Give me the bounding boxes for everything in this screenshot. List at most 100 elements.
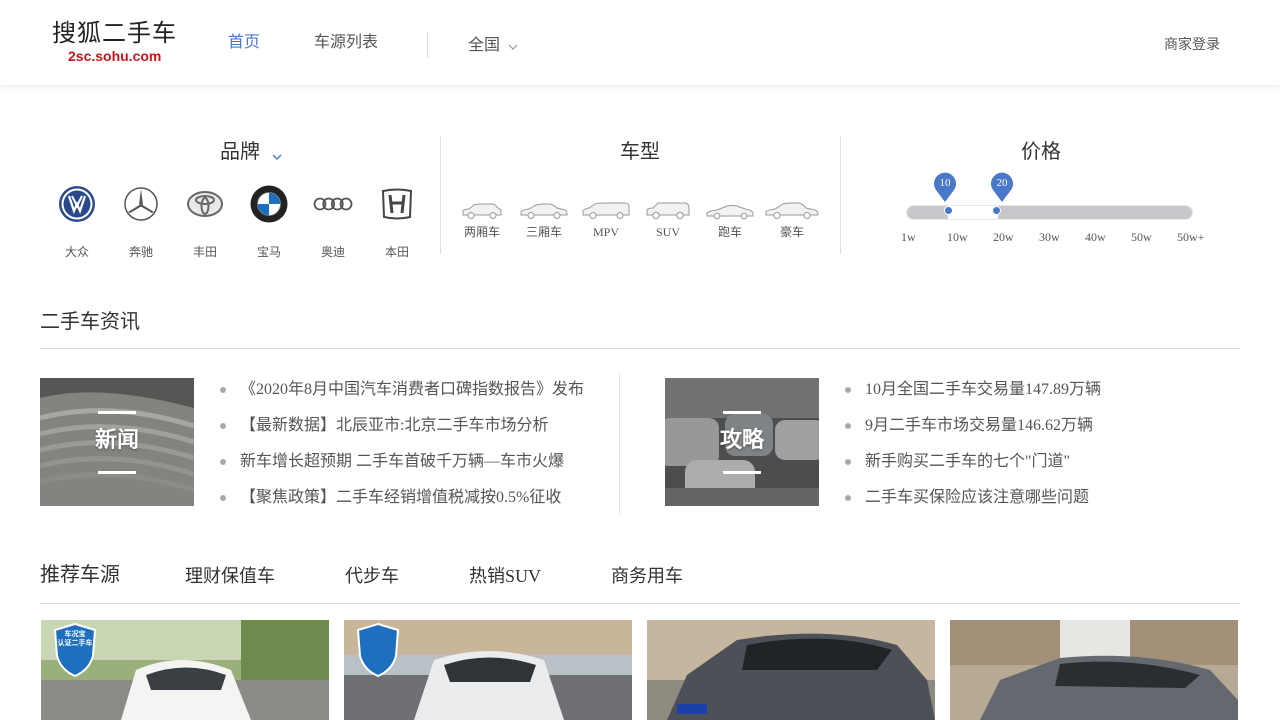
- label-bar: [723, 471, 761, 474]
- car-card[interactable]: 车况宝 认证二手车: [41, 620, 329, 720]
- brand-label: 本田: [384, 245, 409, 259]
- cartype-label: 三厢车: [525, 225, 562, 239]
- price-tick: 40w: [1085, 230, 1106, 244]
- filter-divider: [440, 136, 441, 254]
- tab-business[interactable]: 商务用车: [611, 564, 683, 588]
- tab-hot-suv[interactable]: 热销SUV: [469, 564, 541, 588]
- car-card[interactable]: [344, 620, 632, 720]
- brand-audi[interactable]: 奥迪: [311, 184, 355, 260]
- cartype-label: 豪车: [779, 225, 804, 239]
- cartype-label: 两厢车: [463, 225, 500, 239]
- label-bar: [723, 411, 761, 414]
- price-high-value: 20: [996, 177, 1008, 189]
- nav-car-list[interactable]: 车源列表: [314, 31, 378, 53]
- cartype-label: MPV: [592, 225, 619, 239]
- car-card[interactable]: [647, 620, 935, 720]
- cartype-sports[interactable]: 跑车: [700, 202, 760, 240]
- mercedes-logo-icon: [124, 187, 158, 221]
- city-label: 全国: [468, 35, 501, 54]
- brand-bmw[interactable]: 宝马: [247, 184, 291, 260]
- cartype-sedan[interactable]: 三厢车: [514, 202, 574, 240]
- price-slider-range: [948, 206, 998, 219]
- price-tick: 1w: [901, 230, 916, 244]
- news-divider: [619, 372, 620, 514]
- top-header: 搜狐二手车 2sc.sohu.com 首页 车源列表 全国 商家登录: [0, 0, 1280, 85]
- price-low-value: 10: [939, 177, 951, 189]
- brand-honda[interactable]: 本田: [375, 184, 419, 260]
- price-filter-title: 价格: [1021, 139, 1061, 163]
- tab-commuter[interactable]: 代步车: [345, 564, 399, 588]
- price-tick: 10w: [947, 230, 968, 244]
- site-logo[interactable]: 搜狐二手车 2sc.sohu.com: [52, 18, 182, 64]
- news-item[interactable]: 【最新数据】北辰亚市:北京二手车市场分析: [220, 414, 584, 450]
- volkswagen-logo-icon: [59, 186, 95, 222]
- cartype-luxury[interactable]: 豪车: [762, 202, 822, 240]
- car-photo: [950, 620, 1238, 720]
- price-slider-handle-high[interactable]: [992, 206, 1001, 215]
- price-tick: 50w+: [1177, 230, 1205, 244]
- cartype-label: SUV: [655, 225, 680, 239]
- audi-logo-icon: [313, 197, 353, 211]
- guide-item[interactable]: 10月全国二手车交易量147.89万辆: [845, 378, 1101, 414]
- bmw-logo-icon: [250, 185, 288, 223]
- cartype-label: 跑车: [717, 225, 742, 239]
- section-divider: [40, 348, 1240, 349]
- news-list-right: 10月全国二手车交易量147.89万辆 9月二手车市场交易量146.62万辆 新…: [845, 378, 1101, 522]
- label-bar: [98, 471, 136, 474]
- brand-label: 奥迪: [320, 245, 345, 259]
- news-item[interactable]: 【聚焦政策】二手车经销增值税减按0.5%征收: [220, 486, 584, 522]
- merchant-login-link[interactable]: 商家登录: [1164, 35, 1220, 55]
- logo-domain: 2sc.sohu.com: [68, 48, 162, 64]
- car-photo: [647, 620, 935, 720]
- label-bar: [98, 411, 136, 414]
- cartype-mpv[interactable]: MPV: [576, 202, 636, 240]
- sports-car-icon: [706, 205, 754, 220]
- tab-value-retention[interactable]: 理财保值车: [185, 564, 275, 588]
- mpv-car-icon: [582, 202, 630, 219]
- hatchback-car-icon: [462, 203, 502, 219]
- brand-label: 大众: [64, 245, 89, 259]
- guide-image-label: 攻略: [719, 428, 764, 453]
- price-tick: 30w: [1039, 230, 1060, 244]
- guide-banner-image[interactable]: 攻略: [665, 378, 819, 506]
- news-image-label: 新闻: [94, 428, 139, 453]
- guide-item[interactable]: 9月二手车市场交易量146.62万辆: [845, 414, 1101, 450]
- car-card[interactable]: [950, 620, 1238, 720]
- brand-label: 奔驰: [128, 245, 153, 259]
- brand-toyota[interactable]: 丰田: [183, 184, 227, 260]
- cartype-suv[interactable]: SUV: [638, 202, 698, 240]
- certified-badge-icon: [356, 622, 400, 678]
- tab-recommended[interactable]: 推荐车源: [40, 563, 120, 587]
- guide-item[interactable]: 二手车买保险应该注意哪些问题: [845, 486, 1101, 522]
- price-tick: 20w: [993, 230, 1014, 244]
- section-divider: [40, 603, 1240, 604]
- news-item[interactable]: 《2020年8月中国汽车消费者口碑指数报告》发布: [220, 378, 584, 414]
- brand-title-label: 品牌: [220, 139, 260, 163]
- news-item[interactable]: 新车增长超预期 二手车首破千万辆—车市火爆: [220, 450, 584, 486]
- cartype-hatchback[interactable]: 两厢车: [452, 202, 512, 240]
- brand-volkswagen[interactable]: 大众: [55, 184, 99, 260]
- filter-divider: [840, 136, 841, 254]
- brand-label: 丰田: [192, 245, 217, 259]
- city-selector[interactable]: 全国: [468, 34, 518, 58]
- news-list-left: 《2020年8月中国汽车消费者口碑指数报告》发布 【最新数据】北辰亚市:北京二手…: [220, 378, 584, 522]
- price-low-pin-icon[interactable]: 10: [933, 171, 957, 203]
- news-section-title: 二手车资讯: [40, 309, 140, 333]
- news-banner-image[interactable]: 新闻: [40, 378, 194, 506]
- luxury-car-icon: [765, 202, 819, 219]
- sedan-car-icon: [520, 203, 568, 219]
- chevron-down-icon: [272, 140, 282, 166]
- brand-label: 宝马: [256, 245, 281, 259]
- nav-divider: [427, 32, 428, 58]
- price-tick: 50w: [1131, 230, 1152, 244]
- brand-filter-title[interactable]: 品牌: [220, 138, 282, 166]
- price-high-pin-icon[interactable]: 20: [990, 171, 1014, 203]
- guide-item[interactable]: 新手购买二手车的七个"门道": [845, 450, 1101, 486]
- chevron-down-icon: [508, 36, 518, 58]
- brand-mercedes[interactable]: 奔驰: [119, 184, 163, 260]
- toyota-logo-icon: [187, 191, 223, 217]
- honda-logo-icon: [381, 188, 413, 220]
- logo-title: 搜狐二手车: [52, 19, 177, 47]
- price-slider-handle-low[interactable]: [944, 206, 953, 215]
- nav-home[interactable]: 首页: [228, 31, 260, 53]
